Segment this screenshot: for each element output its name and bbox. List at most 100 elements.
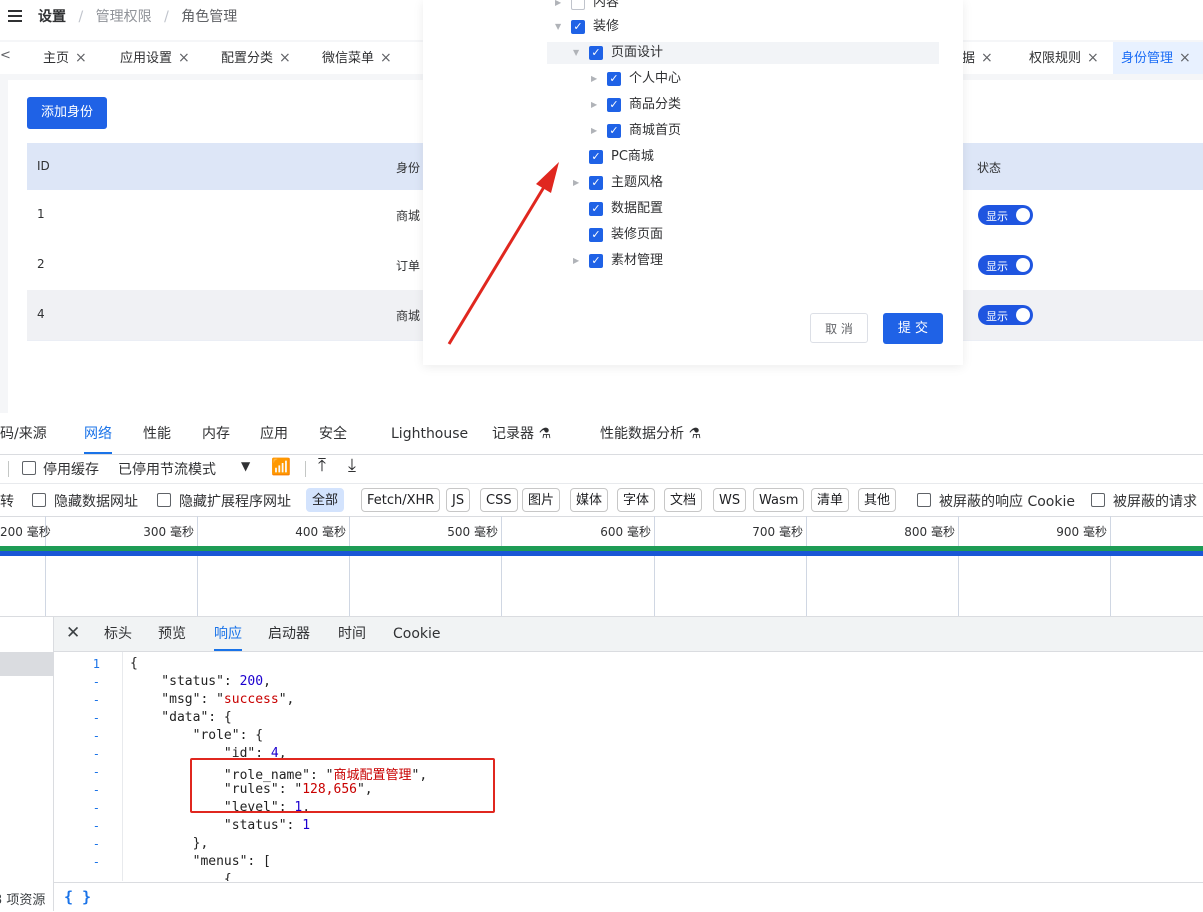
checkbox[interactable]: ✓ [607, 72, 621, 86]
close-icon[interactable]: × [75, 50, 87, 66]
tab-recorder[interactable]: 记录器 ⚗ [492, 414, 551, 454]
filter-doc[interactable]: 文档 [664, 488, 703, 512]
caret-right-icon[interactable]: ▶ [591, 94, 601, 116]
tab-app-settings[interactable]: 应用设置 × [120, 42, 190, 74]
submit-button[interactable]: 提 交 [883, 313, 943, 344]
tree-node[interactable]: ▶ ✓ 素材管理 [547, 250, 939, 270]
filter-manifest[interactable]: 清单 [811, 488, 850, 512]
tree-node[interactable]: ✓ 装修页面 [547, 224, 939, 246]
tree-node[interactable]: ✓ 数据配置 [547, 198, 939, 220]
tab-memory[interactable]: 内存 [202, 414, 230, 454]
request-row-selected[interactable] [0, 652, 53, 676]
checkbox[interactable]: ✓ [589, 228, 603, 242]
status-toggle[interactable]: 显示 [978, 205, 1033, 225]
cancel-button[interactable]: 取 消 [810, 313, 868, 343]
tab-headers[interactable]: 标头 [104, 617, 132, 651]
tree-node[interactable]: ▶ ✓ 商品分类 [547, 94, 939, 116]
close-icon[interactable]: × [981, 50, 993, 66]
checkbox[interactable]: ✓ [589, 254, 603, 268]
tab-config-category[interactable]: 配置分类 × [221, 42, 291, 74]
close-icon[interactable]: ✕ [66, 623, 80, 643]
filter-other[interactable]: 其他 [858, 488, 897, 512]
close-icon[interactable]: × [1087, 50, 1099, 66]
tab-perf-insights[interactable]: 性能数据分析 ⚗ [600, 414, 701, 454]
filter-img[interactable]: 图片 [522, 488, 561, 512]
caret-down-icon[interactable]: ▼ [555, 16, 565, 38]
checkbox[interactable]: ✓ [589, 176, 603, 190]
tree-node[interactable]: ▶ ✓ 个人中心 [547, 68, 939, 90]
tree-node[interactable]: ▼ ✓ 装修 [547, 16, 939, 38]
download-icon[interactable]: ⤓ [348, 455, 356, 476]
filter-css[interactable]: CSS [480, 488, 518, 512]
filter-all[interactable]: 全部 [306, 488, 345, 512]
breadcrumb-level2[interactable]: 管理权限 [96, 9, 152, 25]
hide-ext-urls-label[interactable]: 隐藏扩展程序网址 [179, 491, 291, 511]
checkbox[interactable]: ✓ [589, 202, 603, 216]
network-conditions-icon[interactable]: 📶 [271, 457, 291, 476]
tab-performance[interactable]: 性能 [143, 414, 171, 454]
tabs-prev-arrow[interactable]: < [0, 48, 11, 63]
tab-initiator[interactable]: 启动器 [268, 617, 310, 651]
caret-right-icon[interactable]: ▶ [591, 120, 601, 142]
tab-permission-rules[interactable]: 权限规则 × [1029, 42, 1099, 74]
upload-icon[interactable]: ⤒ [318, 455, 326, 476]
hamburger-icon[interactable] [8, 10, 22, 22]
tab-timing[interactable]: 时间 [338, 617, 366, 651]
tab-home[interactable]: 主页 × [43, 42, 87, 74]
status-toggle[interactable]: 显示 [978, 305, 1033, 325]
tab-lighthouse[interactable]: Lighthouse [391, 414, 468, 454]
add-role-button[interactable]: 添加身份 [27, 97, 107, 129]
blocked-cookies-checkbox[interactable] [917, 493, 931, 507]
caret-right-icon[interactable]: ▶ [573, 172, 583, 194]
tree-node[interactable]: ✓ PC商城 [547, 146, 939, 168]
tab-response[interactable]: 响应 [214, 617, 242, 651]
tab-preview[interactable]: 预览 [158, 617, 186, 651]
tree-node[interactable]: ▼ ✓ 页面设计 [547, 42, 939, 64]
disable-cache-label[interactable]: 停用缓存 [43, 459, 99, 479]
disable-cache-checkbox[interactable] [22, 461, 36, 475]
close-icon[interactable]: × [380, 50, 392, 66]
caret-right-icon[interactable]: ▶ [555, 0, 565, 14]
tab-sources[interactable]: 码/来源 [0, 414, 47, 454]
checkbox[interactable] [571, 0, 585, 10]
invert-label[interactable]: 转 [0, 491, 14, 511]
tab-cookies[interactable]: Cookie [393, 617, 441, 651]
checkbox[interactable]: ✓ [589, 46, 603, 60]
breadcrumb-root[interactable]: 设置 [38, 9, 66, 25]
hide-data-urls-checkbox[interactable] [32, 493, 46, 507]
filter-ws[interactable]: WS [713, 488, 747, 512]
chevron-down-icon[interactable]: ▼ [241, 459, 250, 473]
caret-right-icon[interactable]: ▶ [591, 68, 601, 90]
filter-js[interactable]: JS [446, 488, 471, 512]
filter-media[interactable]: 媒体 [570, 488, 609, 512]
status-toggle[interactable]: 显示 [978, 255, 1033, 275]
tab-data[interactable]: 据 × [962, 42, 993, 74]
close-icon[interactable]: × [279, 50, 291, 66]
filter-fetch-xhr[interactable]: Fetch/XHR [361, 488, 441, 512]
filter-font[interactable]: 字体 [617, 488, 656, 512]
checkbox[interactable]: ✓ [607, 124, 621, 138]
close-icon[interactable]: × [178, 50, 190, 66]
hide-data-urls-label[interactable]: 隐藏数据网址 [54, 491, 138, 511]
blocked-requests-label[interactable]: 被屏蔽的请求 [1113, 491, 1197, 511]
tab-network[interactable]: 网络 [84, 414, 112, 454]
pretty-print-button[interactable]: { } [64, 888, 91, 906]
throttle-select[interactable]: 已停用节流模式 [118, 459, 216, 479]
close-icon[interactable]: × [1179, 50, 1191, 66]
tab-security[interactable]: 安全 [319, 414, 347, 454]
tab-role-management[interactable]: 身份管理 × [1113, 42, 1203, 74]
caret-right-icon[interactable]: ▶ [573, 250, 583, 270]
tree-node[interactable]: ▶ ✓ 商城首页 [547, 120, 939, 142]
hide-ext-urls-checkbox[interactable] [157, 493, 171, 507]
checkbox[interactable]: ✓ [589, 150, 603, 164]
tab-wechat-menu[interactable]: 微信菜单 × [322, 42, 392, 74]
blocked-cookies-label[interactable]: 被屏蔽的响应 Cookie [939, 491, 1075, 511]
tree-node[interactable]: ▶ 内容 [547, 0, 939, 14]
tree-node[interactable]: ▶ ✓ 主题风格 [547, 172, 939, 194]
checkbox[interactable]: ✓ [571, 20, 585, 34]
checkbox[interactable]: ✓ [607, 98, 621, 112]
tab-application[interactable]: 应用 [260, 414, 288, 454]
filter-wasm[interactable]: Wasm [753, 488, 805, 512]
caret-down-icon[interactable]: ▼ [573, 42, 583, 64]
blocked-requests-checkbox[interactable] [1091, 493, 1105, 507]
